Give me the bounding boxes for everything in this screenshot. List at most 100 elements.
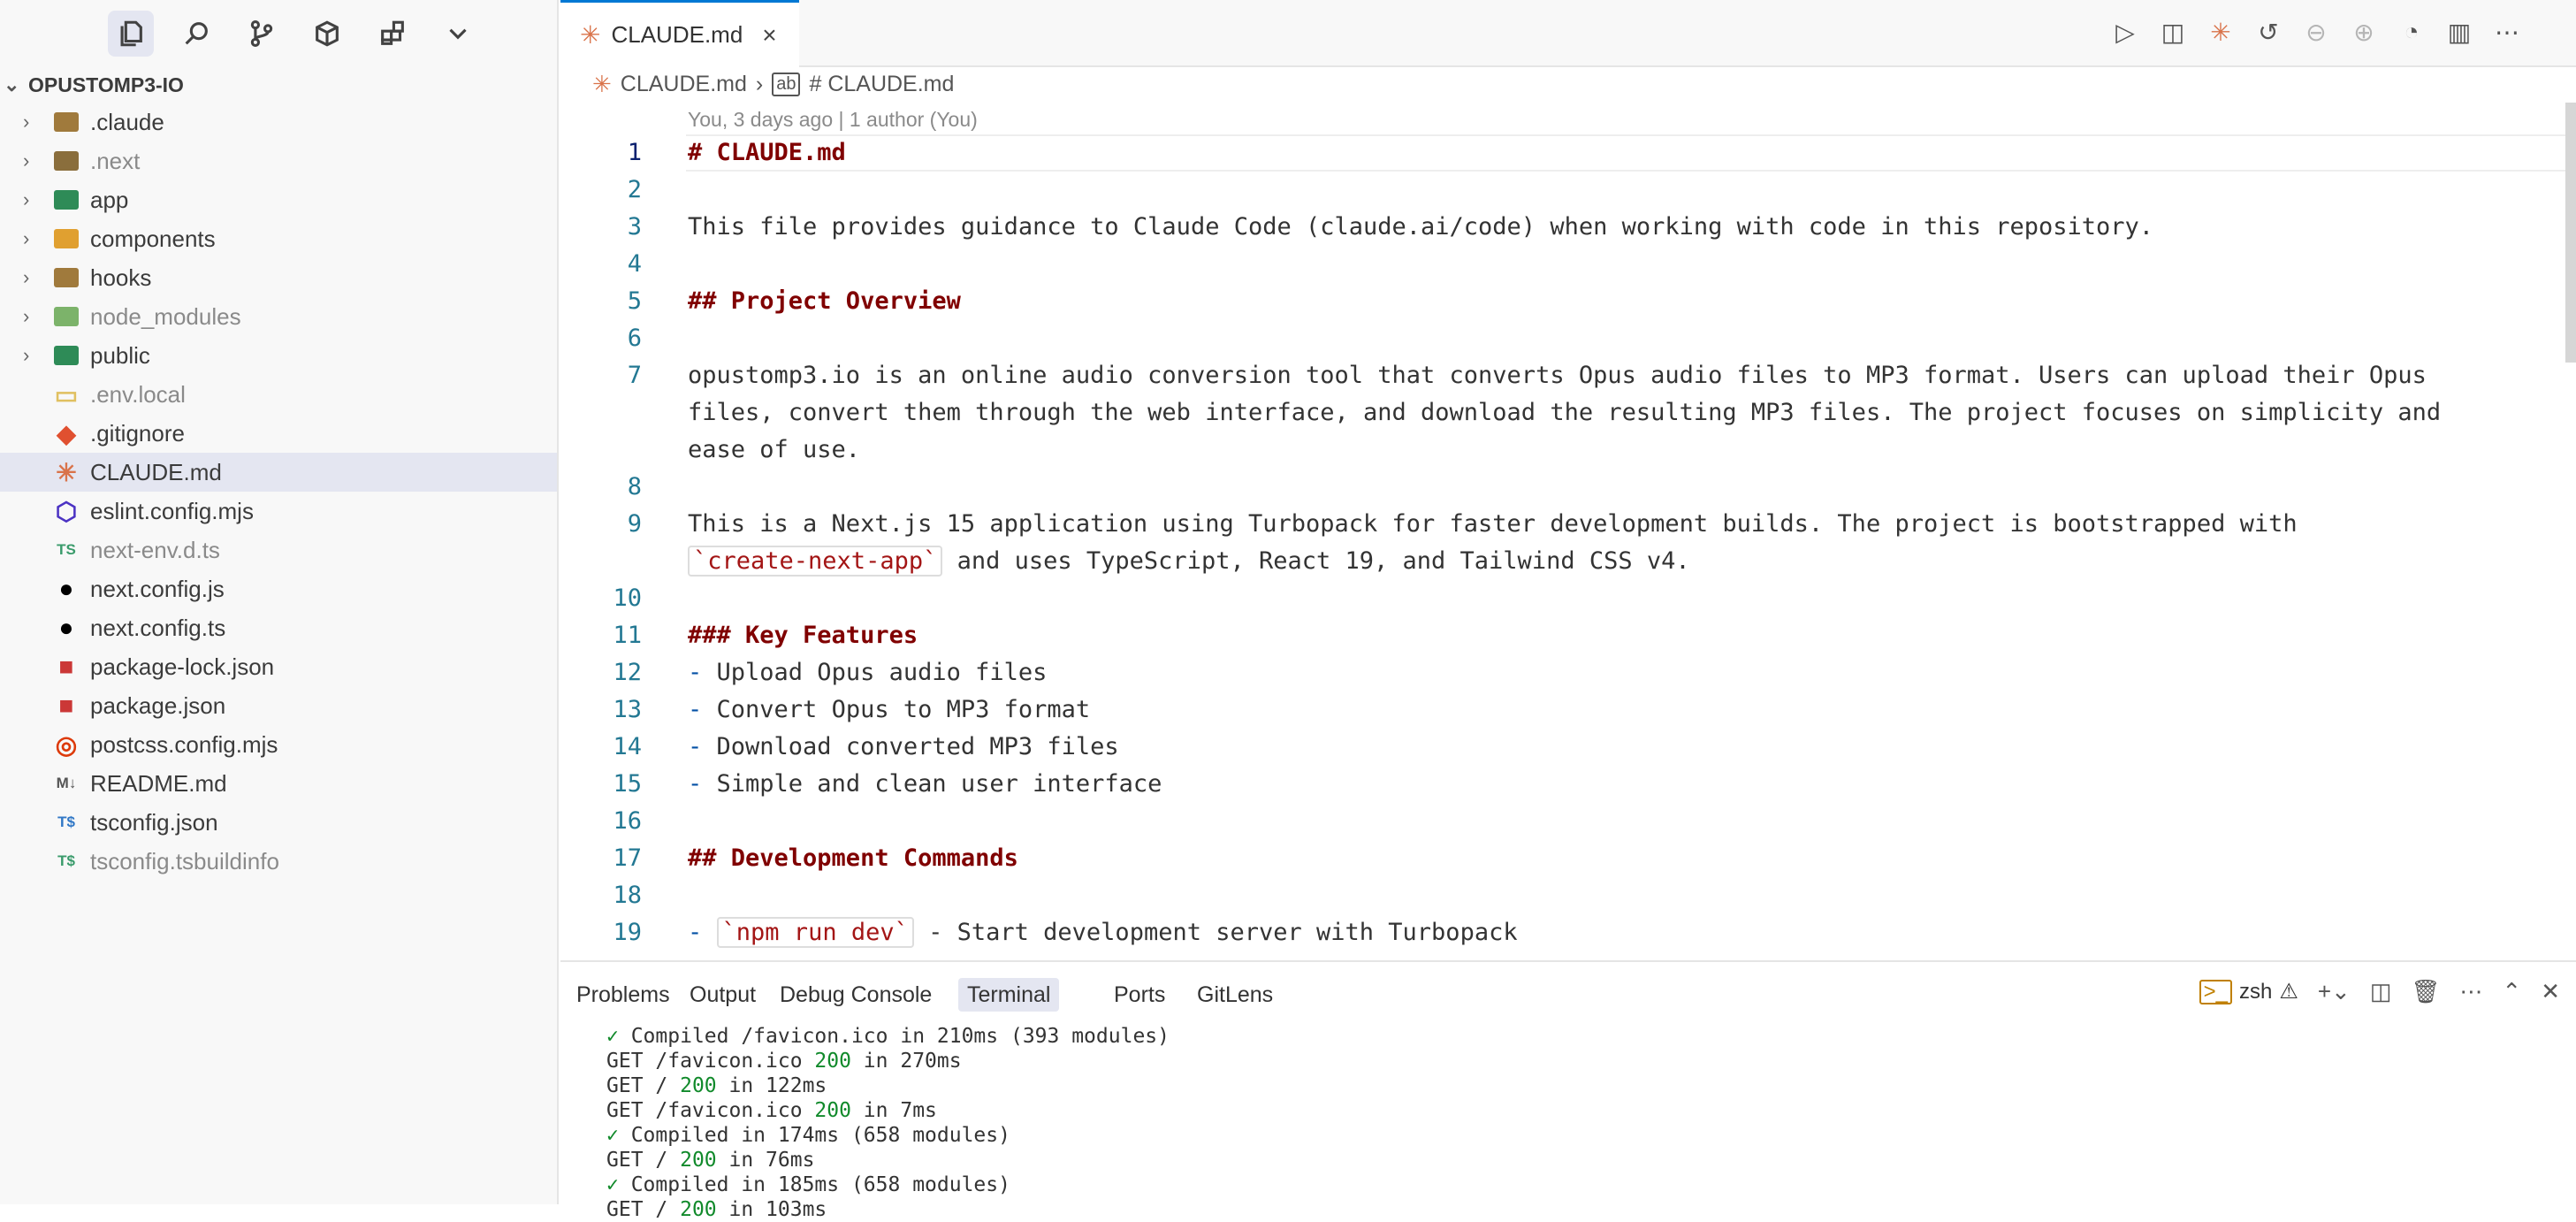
code-line[interactable]: 15 - Simple and clean user interface [560, 766, 2576, 803]
blame-annotation[interactable]: You, 3 days ago | 1 author (You) [688, 108, 978, 132]
code-line[interactable]: 7 opustomp3.io is an online audio convers… [560, 357, 2576, 394]
code-line[interactable]: 17 ## Development Commands [560, 840, 2576, 877]
split-terminal-icon[interactable]: ◫ [2370, 978, 2392, 1005]
code-line[interactable]: 3 This file provides guidance to Claude C… [560, 209, 2576, 246]
file-item[interactable]: M↓ README.md [0, 764, 557, 803]
panel-tab-terminal[interactable]: Terminal [958, 978, 1060, 1012]
code-line[interactable]: 10 [560, 580, 2576, 617]
chevron-right-icon[interactable]: › [23, 188, 41, 211]
folder-item[interactable]: › public [0, 336, 557, 375]
search-view-button[interactable] [173, 11, 219, 57]
chevron-right-icon[interactable]: › [23, 266, 41, 289]
code-line[interactable]: 11 ### Key Features [560, 617, 2576, 654]
file-item[interactable]: ● next.config.ts [0, 608, 557, 647]
code-line[interactable]: files, convert them through the web inte… [560, 394, 2576, 432]
folder-item[interactable]: › .claude [0, 103, 557, 141]
gitlens-icon[interactable]: ◔ [2396, 16, 2427, 48]
item-label: .next [90, 147, 141, 174]
code-line[interactable]: 6 [560, 320, 2576, 357]
code-line[interactable]: 13 - Convert Opus to MP3 format [560, 691, 2576, 729]
code-line[interactable]: 18 [560, 877, 2576, 914]
folder-item[interactable]: › hooks [0, 258, 557, 297]
file-item[interactable]: T$ tsconfig.json [0, 803, 557, 842]
code-line[interactable]: 1 # CLAUDE.md [560, 134, 2576, 172]
file-item[interactable]: TS next-env.d.ts [0, 531, 557, 569]
chevron-right-icon[interactable]: › [23, 111, 41, 134]
next-change-icon[interactable]: ⊕ [2348, 16, 2380, 48]
project-name: OPUSTOMP3-IO [28, 73, 184, 96]
code-line[interactable]: `create-next-app` and uses TypeScript, R… [560, 543, 2576, 580]
code-editor[interactable]: 1 # CLAUDE.md 2 3 This file provides guidanc… [560, 134, 2576, 962]
item-label: package.json [90, 691, 226, 719]
more-icon[interactable]: ⋯ [2459, 978, 2482, 1005]
terminal-shell-selector[interactable]: >_ zsh ⚠ [2199, 979, 2298, 1004]
breadcrumb-symbol[interactable]: # CLAUDE.md [809, 72, 954, 97]
chevron-right-icon[interactable]: › [23, 305, 41, 328]
file-item[interactable]: ■ package.json [0, 686, 557, 725]
search-icon [185, 22, 208, 45]
chevron-right-icon[interactable]: › [23, 149, 41, 172]
code-line[interactable]: 12 - Upload Opus audio files [560, 654, 2576, 691]
editor-area: ✳ CLAUDE.md × ▷ ◫ ✳ ↺ ⊖ ⊕ ◔ ▥ ⋯ ✳ CLAUDE… [560, 0, 2576, 1221]
code-line[interactable]: 8 [560, 469, 2576, 506]
extensions-button[interactable] [370, 11, 415, 57]
file-item[interactable]: ▭ .env.local [0, 375, 557, 414]
folder-item[interactable]: › app [0, 180, 557, 219]
code-line[interactable]: ease of use. [560, 432, 2576, 469]
item-label: hooks [90, 263, 152, 291]
source-control-button[interactable] [239, 11, 285, 57]
run-icon[interactable]: ▷ [2109, 16, 2141, 48]
extensions-package-button[interactable] [304, 11, 350, 57]
previous-change-icon[interactable]: ⊖ [2300, 16, 2332, 48]
code-line[interactable]: 9 This is a Next.js 15 application using … [560, 506, 2576, 543]
code-line[interactable]: 14 - Download converted MP3 files [560, 729, 2576, 766]
close-icon[interactable]: × [762, 21, 776, 50]
code-line[interactable]: 16 [560, 803, 2576, 840]
item-label: eslint.config.mjs [90, 497, 254, 524]
folder-item[interactable]: › .next [0, 141, 557, 180]
folder-app-icon [53, 188, 80, 211]
close-panel-icon[interactable]: ✕ [2541, 978, 2560, 1005]
file-item[interactable]: ● next.config.js [0, 569, 557, 608]
new-terminal-icon[interactable]: +⌄ [2318, 978, 2351, 1005]
code-line[interactable]: 5 ## Project Overview [560, 283, 2576, 320]
claude-icon[interactable]: ✳ [2205, 16, 2237, 48]
line-number: 6 [627, 325, 642, 352]
more-views-button[interactable] [435, 11, 481, 57]
file-item[interactable]: ◆ .gitignore [0, 414, 557, 453]
maximize-panel-icon[interactable]: ⌃ [2502, 978, 2521, 1005]
explorer-view-button[interactable] [108, 11, 154, 57]
code-line[interactable]: 4 [560, 246, 2576, 283]
markdown-file-icon: M↓ [56, 775, 77, 791]
split-editor-icon[interactable]: ▥ [2443, 16, 2475, 48]
panel-tab-output[interactable]: Output [681, 978, 765, 1012]
panel-tab-ports[interactable]: Ports [1105, 978, 1174, 1012]
timeline-icon[interactable]: ↺ [2252, 16, 2284, 48]
tab-claude-md[interactable]: ✳ CLAUDE.md × [560, 0, 799, 67]
chevron-right-icon[interactable]: › [23, 227, 41, 250]
vertical-scrollbar[interactable] [2565, 103, 2576, 363]
panel-tab-problems[interactable]: Problems [568, 978, 679, 1012]
folder-item[interactable]: › components [0, 219, 557, 258]
file-item[interactable]: ◎ postcss.config.mjs [0, 725, 557, 764]
trash-icon[interactable]: 🗑 [2411, 978, 2440, 1005]
extensions-icon [381, 20, 404, 45]
terminal-output[interactable]: ✓ Compiled /favicon.ico in 210ms (393 mo… [606, 1024, 1170, 1222]
preview-icon[interactable]: ◫ [2157, 16, 2189, 48]
line-number: 9 [627, 510, 642, 538]
file-item[interactable]: ✳ CLAUDE.md [0, 453, 557, 492]
file-item[interactable]: ⬡ eslint.config.mjs [0, 492, 557, 531]
file-item[interactable]: ■ package-lock.json [0, 647, 557, 686]
panel-tab-gitlens[interactable]: GitLens [1188, 978, 1282, 1012]
bottom-panel: >_ zsh ⚠ +⌄ ◫ 🗑 ⋯ ⌃ ✕ Problems Output Debu… [560, 960, 2576, 1221]
chevron-right-icon[interactable]: › [23, 344, 41, 367]
code-line[interactable]: 19 - `npm run dev` - Start development se… [560, 914, 2576, 951]
folder-item[interactable]: › node_modules [0, 297, 557, 336]
line-number: 8 [627, 473, 642, 500]
more-actions-icon[interactable]: ⋯ [2491, 16, 2523, 48]
file-item[interactable]: T$ tsconfig.tsbuildinfo [0, 842, 557, 881]
breadcrumb-file[interactable]: CLAUDE.md [621, 72, 747, 97]
code-line[interactable]: 2 [560, 172, 2576, 209]
panel-tab-debug-console[interactable]: Debug Console [771, 978, 941, 1012]
project-header[interactable]: ⌄ OPUSTOMP3-IO [0, 67, 557, 103]
